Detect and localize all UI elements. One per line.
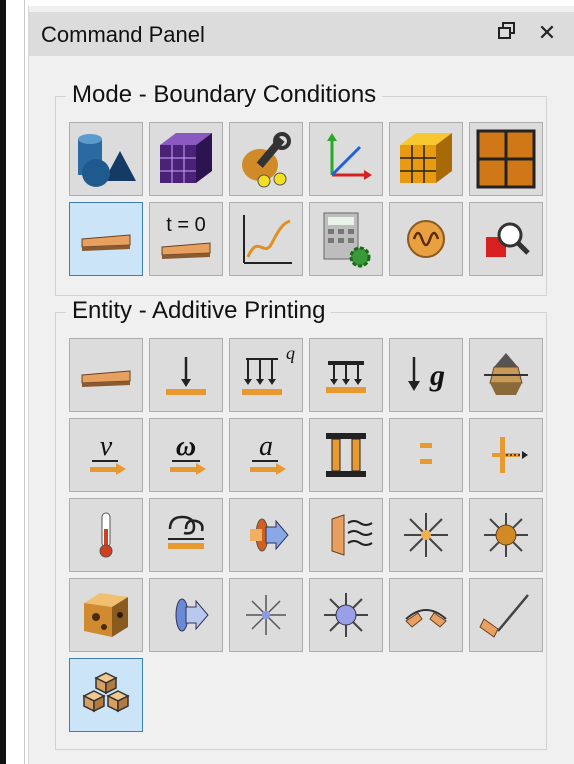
mode-group-label: Mode - Boundary Conditions	[66, 81, 383, 109]
geometry-button[interactable]	[69, 122, 143, 196]
acceleration-button[interactable]: a	[229, 418, 303, 492]
radiation-button[interactable]	[309, 498, 383, 572]
material-tools-icon	[242, 132, 291, 188]
curve-plot-icon	[243, 215, 292, 264]
window-edge	[0, 0, 6, 764]
initial-conditions-icon: t = 0	[161, 214, 211, 259]
elements-button[interactable]	[389, 122, 463, 196]
additive-printing-icon	[82, 672, 130, 713]
initial-conditions-button[interactable]: t = 0	[149, 202, 223, 276]
svg-text:g: g	[429, 359, 445, 392]
calculator-settings-icon	[323, 212, 371, 268]
material-block-icon	[84, 593, 128, 637]
restore-icon[interactable]	[495, 20, 519, 46]
sphere-light-button[interactable]	[309, 578, 383, 652]
displacement-button[interactable]	[469, 418, 543, 492]
splitter[interactable]	[24, 0, 25, 764]
pressure-load-icon	[326, 361, 366, 393]
close-icon[interactable]: ✕	[535, 20, 559, 46]
sun-icon	[484, 513, 528, 557]
column-button[interactable]	[309, 418, 383, 492]
angular-velocity-button[interactable]: ω	[149, 418, 223, 492]
mesh-button[interactable]	[149, 122, 223, 196]
sphere-light-icon	[324, 593, 368, 637]
light-source-button[interactable]	[389, 498, 463, 572]
svg-text:ω: ω	[176, 431, 196, 462]
column-icon	[326, 433, 366, 477]
point-load-icon	[166, 357, 206, 395]
panel-titlebar: Command Panel ✕	[29, 12, 574, 56]
entity-group-label: Entity - Additive Printing	[66, 297, 332, 325]
elements-icon	[400, 133, 452, 183]
nodes-grid-icon	[476, 129, 536, 189]
command-panel: Command Panel ✕ Mode - Boundary Conditio…	[28, 6, 574, 764]
mesh-icon	[160, 133, 212, 183]
velocity-icon: v	[90, 431, 126, 475]
boundary-conditions-icon	[81, 234, 131, 251]
gravity-button[interactable]: g	[389, 338, 463, 412]
angle-icon	[479, 594, 529, 638]
calculator-settings-button[interactable]	[309, 202, 383, 276]
distributed-load-icon: q	[242, 343, 295, 395]
sun-button[interactable]	[469, 498, 543, 572]
svg-text:v: v	[100, 431, 113, 462]
geometry-icon	[78, 134, 136, 187]
point-source-icon	[246, 595, 286, 635]
thermometer-icon	[99, 512, 113, 558]
bend-icon	[405, 609, 447, 628]
fixed-support-button[interactable]	[469, 338, 543, 412]
contact-button[interactable]	[389, 418, 463, 492]
point-source-button[interactable]	[229, 578, 303, 652]
waveform-button[interactable]	[389, 202, 463, 276]
bend-button[interactable]	[389, 578, 463, 652]
svg-text:q: q	[286, 343, 295, 363]
slab-icon	[81, 370, 131, 387]
contact-icon	[420, 443, 432, 464]
light-source-icon	[404, 513, 448, 557]
angular-velocity-icon: ω	[170, 431, 206, 475]
svg-text:a: a	[259, 431, 273, 462]
heat-flux-button[interactable]	[229, 498, 303, 572]
fixed-support-icon	[484, 353, 528, 395]
thermometer-button[interactable]	[69, 498, 143, 572]
slab-button[interactable]	[69, 338, 143, 412]
flow-arrow-button[interactable]	[149, 578, 223, 652]
coordinate-system-icon	[327, 133, 372, 180]
nodes-grid-button[interactable]	[469, 122, 543, 196]
convection-button[interactable]	[149, 498, 223, 572]
inspect-button[interactable]	[469, 202, 543, 276]
curve-plot-button[interactable]	[229, 202, 303, 276]
material-block-button[interactable]	[69, 578, 143, 652]
coordinate-system-button[interactable]	[309, 122, 383, 196]
additive-printing-button[interactable]	[69, 658, 143, 732]
flow-arrow-icon	[175, 598, 209, 632]
convection-icon	[168, 515, 204, 549]
heat-flux-icon	[250, 518, 289, 552]
acceleration-icon: a	[250, 431, 286, 475]
waveform-icon	[407, 220, 445, 258]
pressure-load-button[interactable]	[309, 338, 383, 412]
panel-title: Command Panel	[41, 22, 205, 47]
distributed-load-button[interactable]: q	[229, 338, 303, 412]
velocity-button[interactable]: v	[69, 418, 143, 492]
angle-button[interactable]	[469, 578, 543, 652]
material-tools-button[interactable]	[229, 122, 303, 196]
inspect-icon	[486, 222, 530, 257]
displacement-icon	[492, 437, 528, 473]
point-load-button[interactable]	[149, 338, 223, 412]
radiation-icon	[331, 514, 373, 556]
gravity-icon: g	[408, 357, 445, 392]
boundary-conditions-button[interactable]	[69, 202, 143, 276]
svg-text:t = 0: t = 0	[166, 214, 205, 236]
